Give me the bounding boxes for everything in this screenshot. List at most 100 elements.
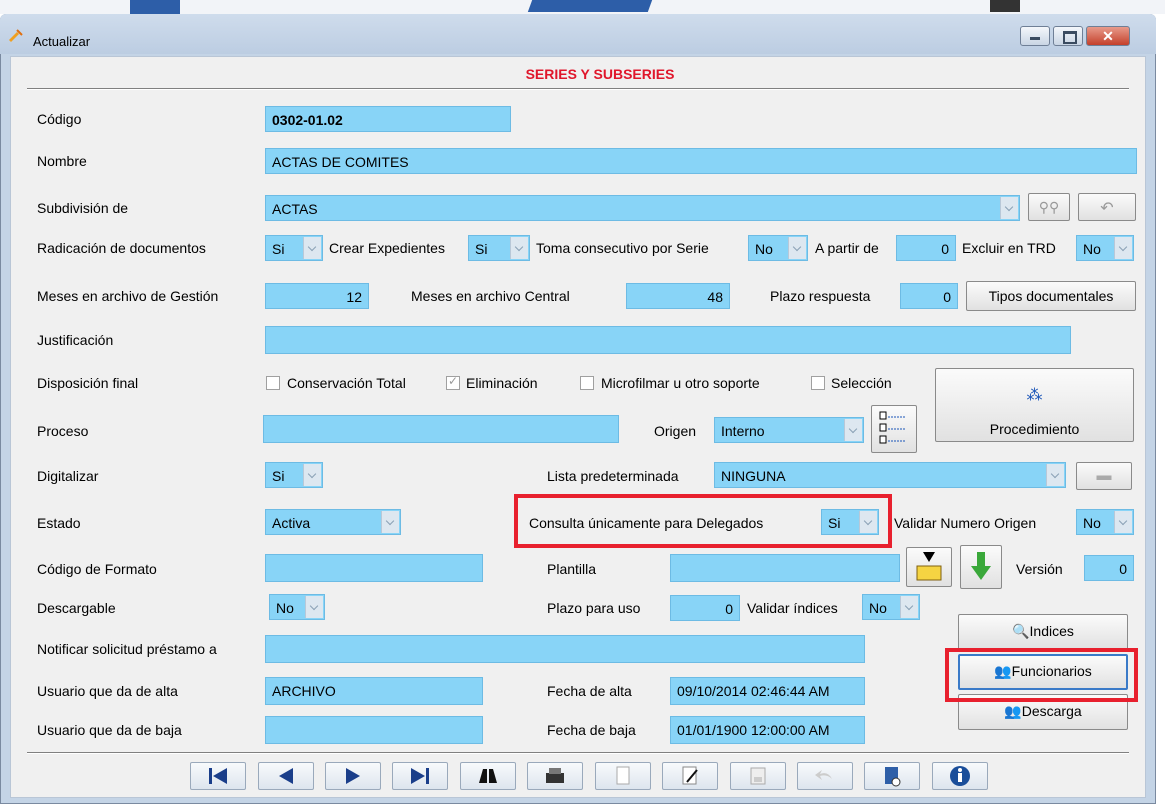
first-record-button[interactable]	[190, 762, 246, 790]
last-record-button[interactable]	[392, 762, 448, 790]
subdivision-label: Subdivisión de	[37, 200, 129, 216]
origen-value: Interno	[721, 423, 765, 439]
chevron-down-icon[interactable]	[303, 237, 321, 259]
open-folder-button[interactable]: ▬	[1076, 462, 1132, 490]
search-records-button[interactable]	[460, 762, 516, 790]
nombre-field[interactable]: ACTAS DE COMITES	[265, 148, 1137, 174]
origen-select[interactable]: Interno	[714, 417, 864, 443]
notificar-field[interactable]	[265, 635, 865, 663]
meses-gestion-field[interactable]: 12	[265, 283, 369, 309]
validar-numero-origen-select[interactable]: No	[1076, 509, 1134, 535]
previous-record-button[interactable]	[258, 762, 314, 790]
apartir-field[interactable]: 0	[896, 235, 956, 261]
estado-select[interactable]: Activa	[265, 509, 401, 535]
validar-indices-value: No	[869, 600, 887, 616]
delete-record-button[interactable]	[864, 762, 920, 790]
digitalizar-select[interactable]: Si	[265, 462, 323, 488]
chevron-down-icon[interactable]	[788, 237, 806, 259]
gears-icon: ⁂	[1026, 387, 1043, 404]
chevron-down-icon[interactable]	[859, 511, 877, 533]
new-record-button[interactable]	[595, 762, 651, 790]
chevron-down-icon[interactable]	[303, 464, 321, 486]
lista-predeterminada-select[interactable]: NINGUNA	[714, 462, 1066, 488]
fecha-alta-field[interactable]: 09/10/2014 02:46:44 AM	[670, 677, 865, 705]
codigo-field[interactable]: 0302-01.02	[265, 106, 511, 132]
proceso-field[interactable]	[263, 415, 619, 443]
descarga-label: Descarga	[1021, 703, 1082, 719]
seleccion-checkbox[interactable]	[811, 376, 825, 390]
nombre-label: Nombre	[37, 153, 87, 169]
next-record-button[interactable]	[325, 762, 381, 790]
edit-icon	[682, 766, 698, 785]
subdivision-select[interactable]: ACTAS	[265, 195, 1020, 221]
usuario-baja-field[interactable]	[265, 716, 483, 744]
background-shape	[130, 0, 180, 14]
chevron-down-icon[interactable]	[305, 596, 323, 618]
chevron-down-icon[interactable]	[1114, 237, 1132, 259]
search-button[interactable]: ⚲⚲	[1028, 193, 1070, 221]
plantilla-field[interactable]	[670, 554, 900, 582]
meses-gestion-label: Meses en archivo de Gestión	[37, 288, 219, 304]
validar-indices-select[interactable]: No	[862, 594, 920, 620]
print-button[interactable]	[527, 762, 583, 790]
title-bar[interactable]	[0, 14, 1156, 54]
upload-template-button[interactable]	[906, 547, 952, 587]
procedimiento-button[interactable]: ⁂ Procedimiento	[935, 368, 1134, 442]
download-template-button[interactable]	[960, 545, 1002, 589]
plazo-respuesta-field[interactable]: 0	[900, 283, 958, 309]
chevron-down-icon[interactable]	[844, 419, 862, 441]
toma-consecutivo-select[interactable]: No	[748, 235, 808, 261]
documents-list-button[interactable]	[871, 405, 917, 453]
excluir-trd-value: No	[1083, 241, 1101, 257]
highlight-box	[945, 648, 1138, 702]
disposicion-label: Disposición final	[37, 375, 139, 391]
justificacion-field[interactable]	[265, 326, 1071, 354]
usuario-alta-label: Usuario que da de alta	[37, 683, 178, 699]
info-button[interactable]	[932, 762, 988, 790]
conservacion-checkbox[interactable]	[266, 376, 280, 390]
usuario-alta-field[interactable]: ARCHIVO	[265, 677, 483, 705]
close-button[interactable]: ✕	[1086, 26, 1130, 46]
excluir-trd-select[interactable]: No	[1076, 235, 1134, 261]
consulta-delegados-select[interactable]: Si	[821, 509, 879, 535]
indices-button[interactable]: 🔍Indices	[958, 614, 1128, 650]
plazo-uso-field[interactable]: 0	[670, 595, 740, 621]
plazo-respuesta-label: Plazo respuesta	[770, 288, 871, 304]
chevron-down-icon[interactable]	[1000, 197, 1018, 219]
microfilmar-checkbox[interactable]	[580, 376, 594, 390]
crear-expedientes-select[interactable]: Si	[468, 235, 530, 261]
chevron-down-icon[interactable]	[1114, 511, 1132, 533]
undo-button[interactable]: ↶	[1078, 193, 1136, 221]
lista-predeterminada-value: NINGUNA	[721, 468, 786, 484]
fecha-baja-field[interactable]: 01/01/1900 12:00:00 AM	[670, 716, 865, 744]
meses-central-field[interactable]: 48	[626, 283, 730, 309]
page-title: SERIES Y SUBSERIES	[525, 66, 675, 82]
descargable-select[interactable]: No	[269, 594, 325, 620]
eliminacion-checkbox[interactable]: ✓	[446, 374, 460, 390]
new-document-icon	[616, 766, 630, 785]
toma-consecutivo-value: No	[755, 241, 773, 257]
justificacion-label: Justificación	[37, 332, 114, 348]
codigo-formato-field[interactable]	[265, 554, 483, 582]
chevron-down-icon[interactable]	[1046, 464, 1064, 486]
chevron-down-icon[interactable]	[510, 237, 528, 259]
chevron-down-icon[interactable]	[381, 511, 399, 533]
tipos-documentales-button[interactable]: Tipos documentales	[966, 281, 1136, 311]
procedimiento-label: Procedimiento	[989, 421, 1080, 437]
minimize-button[interactable]	[1020, 26, 1050, 46]
app-icon	[9, 29, 23, 42]
radicacion-select[interactable]: Si	[265, 235, 323, 261]
undo-record-button[interactable]	[797, 762, 853, 790]
maximize-button[interactable]	[1053, 26, 1083, 46]
proceso-label: Proceso	[37, 423, 89, 439]
chevron-down-icon[interactable]	[900, 596, 918, 618]
plantilla-label: Plantilla	[547, 561, 597, 577]
version-field[interactable]: 0	[1084, 555, 1134, 581]
consulta-delegados-label: Consulta únicamente para Delegados	[529, 515, 764, 531]
window-title: Actualizar	[33, 34, 91, 49]
folder-upload-icon	[916, 552, 942, 581]
validar-indices-label: Validar índices	[747, 600, 838, 616]
fecha-baja-label: Fecha de baja	[547, 722, 636, 738]
edit-record-button[interactable]	[662, 762, 718, 790]
save-record-button[interactable]	[730, 762, 786, 790]
